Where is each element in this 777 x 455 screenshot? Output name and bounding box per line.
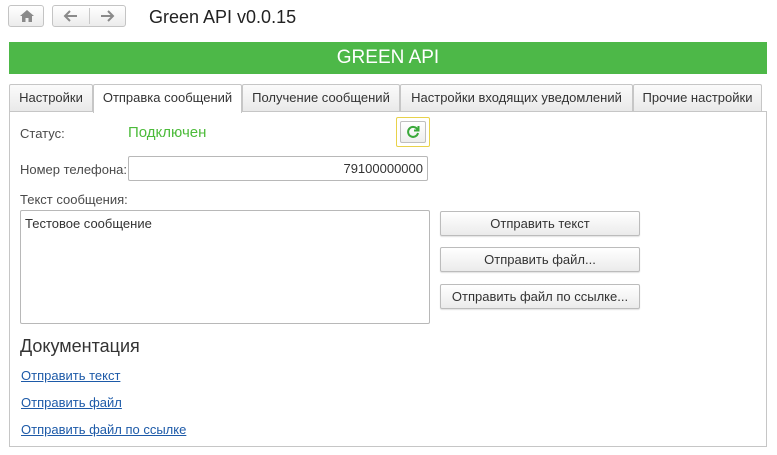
tab-other-settings[interactable]: Прочие настройки [633,84,762,111]
arrow-left-icon[interactable] [63,9,79,26]
doc-link-send-file[interactable]: Отправить файл [21,395,122,410]
refresh-icon [406,125,420,142]
refresh-button-face [400,121,426,143]
phone-input[interactable]: 79100000000 [128,156,428,181]
top-toolbar: Green API v0.0.15 [0,0,777,36]
send-file-button[interactable]: Отправить файл... [440,247,640,272]
green-api-banner: GREEN API [9,42,767,74]
tab-send-messages[interactable]: Отправка сообщений [93,84,242,113]
documentation-heading: Документация [20,336,140,356]
message-textarea[interactable]: Тестовое сообщение [20,210,430,324]
send-file-by-url-button[interactable]: Отправить файл по ссылке... [440,284,640,309]
doc-link-send-text[interactable]: Отправить текст [21,368,120,383]
tab-incoming-notifications[interactable]: Настройки входящих уведомлений [400,84,633,111]
window-title: Green API v0.0.15 [149,7,297,27]
tab-settings[interactable]: Настройки [9,84,93,111]
home-button[interactable] [8,5,44,27]
arrow-right-icon[interactable] [99,9,115,26]
navigation-buttons [52,5,126,27]
phone-label: Номер телефона: [20,162,127,177]
divider [89,8,90,24]
home-icon [19,9,35,26]
status-label: Статус: [20,126,65,141]
send-text-button[interactable]: Отправить текст [440,211,640,236]
tab-receive-messages[interactable]: Получение сообщений [242,84,400,111]
refresh-button[interactable] [396,117,430,147]
doc-link-send-file-by-url[interactable]: Отправить файл по ссылке [21,422,186,437]
message-label: Текст сообщения: [20,192,128,207]
tab-bar: Настройки Отправка сообщений Получение с… [9,84,767,113]
status-value: Подключен [128,124,207,141]
